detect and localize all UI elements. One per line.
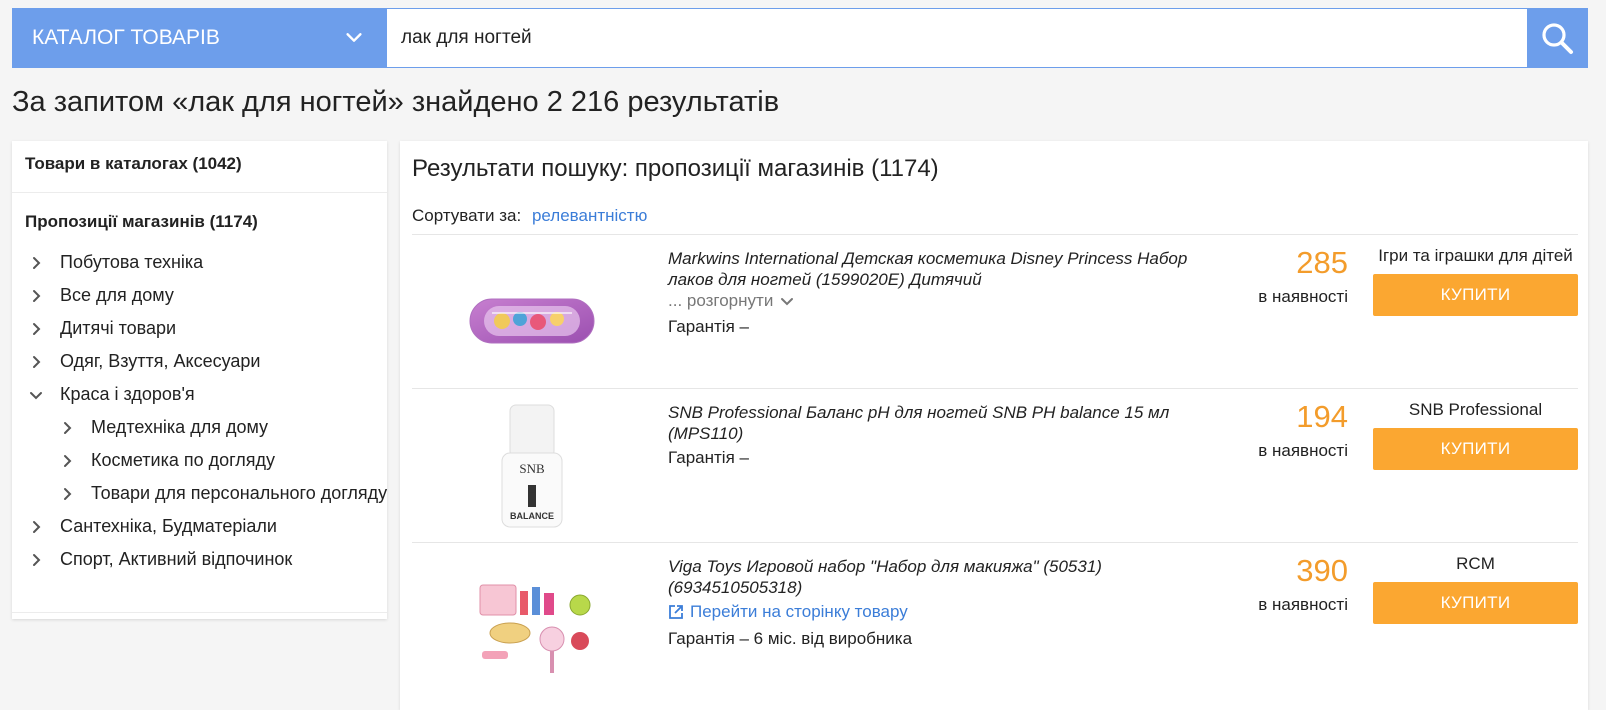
product-title-link[interactable]: SNB Professional Баланс pH для ногтей SN…	[668, 402, 1208, 444]
offer-row: Markwins International Детская косметика…	[412, 234, 1578, 388]
divider	[12, 612, 387, 613]
category-item[interactable]: Спорт, Активний відпочинок	[24, 543, 292, 576]
chevron-right-icon	[24, 317, 48, 341]
catalog-dropdown-label: КАТАЛОГ ТОВАРІВ	[32, 26, 220, 49]
category-label: Сантехніка, Будматеріали	[60, 516, 277, 536]
category-label: Косметика по догляду	[91, 450, 276, 470]
chevron-right-icon	[24, 548, 48, 572]
offer-row: SNB BALANCE SNB Professional Баланс pH д…	[412, 388, 1578, 542]
chevron-right-icon	[55, 416, 79, 440]
search-bar: КАТАЛОГ ТОВАРІВ	[12, 8, 1588, 68]
sort-label: Сортувати за:	[412, 206, 522, 225]
buy-button[interactable]: КУПИТИ	[1373, 274, 1578, 316]
bottle-brand-text: SNB	[519, 461, 545, 476]
chevron-right-icon	[55, 449, 79, 473]
go-to-product-page-label: Перейти на сторінку товару	[690, 602, 908, 621]
offer-row: Viga Toys Игровой набор "Набор для макия…	[412, 542, 1578, 710]
external-link-icon	[669, 605, 683, 619]
warranty-text: Гарантія –	[668, 317, 749, 336]
chevron-right-icon	[24, 515, 48, 539]
availability-status: в наявності	[1258, 287, 1348, 306]
warranty-text: Гарантія – 6 міс. від виробника	[668, 629, 913, 648]
category-item[interactable]: Сантехніка, Будматеріали	[24, 510, 277, 543]
chevron-right-icon	[55, 482, 79, 506]
results-title: Результати пошуку: пропозиції магазинів …	[412, 155, 939, 182]
category-label: Побутова техніка	[60, 252, 204, 272]
chevron-down-icon	[24, 383, 48, 407]
chevron-right-icon	[24, 251, 48, 275]
results-panel: Результати пошуку: пропозиції магазинів …	[400, 141, 1588, 710]
sidebar-shop-offers-link[interactable]: Пропозиції магазинів (1174)	[25, 212, 258, 232]
expand-label: ... розгорнути	[668, 291, 774, 310]
buy-button[interactable]: КУПИТИ	[1373, 582, 1578, 624]
price: 194	[1296, 399, 1348, 434]
product-image-makeup-set[interactable]	[462, 555, 602, 685]
catalog-dropdown-button[interactable]: КАТАЛОГ ТОВАРІВ	[13, 9, 387, 67]
search-icon	[1542, 23, 1573, 54]
divider	[12, 192, 387, 193]
sort-relevance-link[interactable]: релевантністю	[532, 206, 647, 225]
price: 285	[1296, 245, 1348, 280]
shop-name-link[interactable]: SNB Professional	[1373, 400, 1578, 420]
category-item[interactable]: Все для дому	[24, 279, 174, 312]
category-item[interactable]: Косметика по догляду	[55, 444, 275, 477]
product-image-snb-bottle[interactable]: SNB BALANCE	[462, 401, 602, 531]
shop-name-link[interactable]: Ігри та іграшки для дітей	[1373, 246, 1578, 266]
chevron-down-icon	[346, 33, 362, 42]
chevron-down-icon	[781, 298, 794, 306]
availability-status: в наявності	[1258, 441, 1348, 460]
category-item[interactable]: Побутова техніка	[24, 246, 203, 279]
category-item[interactable]: Товари для персонального догляду	[55, 477, 387, 510]
category-label: Все для дому	[60, 285, 174, 305]
category-label: Дитячі товари	[60, 318, 177, 338]
bottle-label-text: BALANCE	[510, 511, 554, 521]
category-label: Одяг, Взуття, Аксесуари	[60, 351, 261, 371]
category-label: Медтехніка для дому	[91, 417, 269, 437]
buy-button[interactable]: КУПИТИ	[1373, 428, 1578, 470]
sidebar-goods-in-catalogs-link[interactable]: Товари в каталогах (1042)	[25, 154, 242, 174]
search-input[interactable]	[387, 9, 1527, 67]
product-title-link[interactable]: Viga Toys Игровой набор "Набор для макия…	[668, 556, 1208, 598]
price: 390	[1296, 553, 1348, 588]
category-label: Спорт, Активний відпочинок	[60, 549, 293, 569]
product-title-link[interactable]: Markwins International Детская косметика…	[668, 248, 1208, 290]
shop-name-link[interactable]: RCM	[1373, 554, 1578, 574]
chevron-right-icon	[24, 350, 48, 374]
availability-status: в наявності	[1258, 595, 1348, 614]
warranty-text: Гарантія –	[668, 448, 749, 467]
page-title: За запитом «лак для ногтей» знайдено 2 2…	[12, 86, 780, 118]
sort-row: Сортувати за: релевантністю	[412, 206, 647, 226]
category-label: Краса і здоров'я	[60, 384, 195, 404]
category-item[interactable]: Краса і здоров'я	[24, 378, 195, 411]
category-item[interactable]: Медтехніка для дому	[55, 411, 268, 444]
category-label: Товари для персонального догляду	[91, 483, 388, 503]
search-button[interactable]	[1527, 9, 1587, 67]
chevron-right-icon	[24, 284, 48, 308]
product-image-nail-polish-set[interactable]	[462, 247, 602, 377]
category-item[interactable]: Одяг, Взуття, Аксесуари	[24, 345, 261, 378]
expand-description-button[interactable]: ... розгорнути	[668, 291, 795, 311]
category-item[interactable]: Дитячі товари	[24, 312, 176, 345]
sidebar: Товари в каталогах (1042) Пропозиції маг…	[12, 141, 387, 619]
go-to-product-page-link[interactable]: Перейти на сторінку товару	[668, 602, 908, 622]
